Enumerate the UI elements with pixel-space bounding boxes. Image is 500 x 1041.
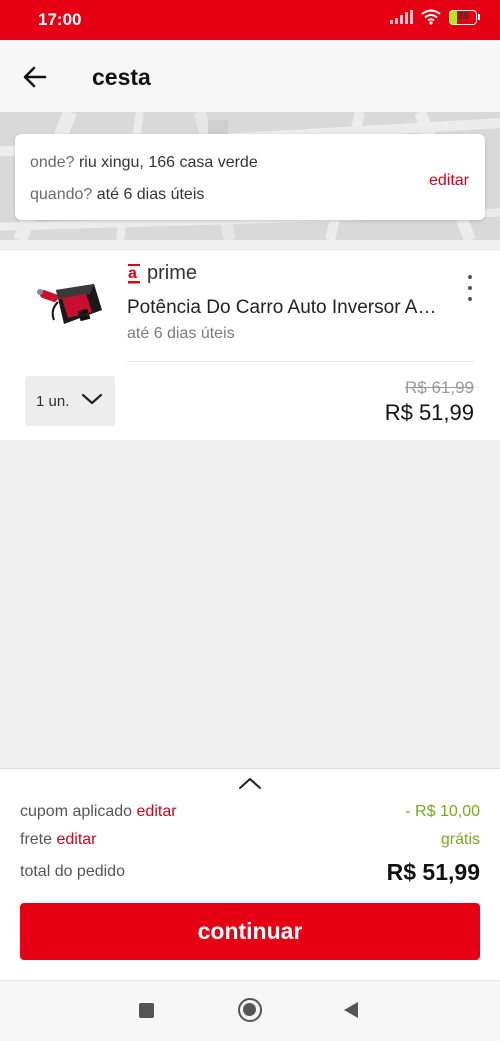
product-title[interactable]: Potência Do Carro Auto Inversor Adaptado… <box>127 297 445 319</box>
prime-label: prime <box>147 262 198 284</box>
coupon-edit-link[interactable]: editar <box>137 803 177 820</box>
delivery-info-card: onde? riu xingu, 166 casa verde quando? … <box>15 134 485 220</box>
status-time: 17:00 <box>38 10 82 29</box>
total-value: R$ 51,99 <box>386 859 480 885</box>
battery-icon: 28 <box>449 9 480 25</box>
system-nav-bar <box>0 980 500 1041</box>
wifi-icon <box>421 9 441 25</box>
battery-level: 28 <box>457 10 469 22</box>
coupon-value: - R$ 10,00 <box>405 803 480 820</box>
status-bar: 17:00 28 <box>0 0 500 40</box>
product-image <box>37 284 102 324</box>
delivery-when: quando? até 6 dias úteis <box>30 186 204 204</box>
americanas-a-icon: a <box>128 263 140 283</box>
quantity-select[interactable]: 1 un. <box>25 376 115 426</box>
product-delivery-eta: até 6 dias úteis <box>127 325 235 342</box>
chevron-down-icon <box>81 393 103 405</box>
delivery-where-key: onde? <box>30 154 75 171</box>
chevron-up-icon[interactable] <box>236 775 264 791</box>
recent-apps-icon[interactable] <box>139 1003 154 1018</box>
delivery-where: onde? riu xingu, 166 casa verde <box>30 154 258 172</box>
system-back-icon[interactable] <box>344 1002 358 1018</box>
back-arrow-icon[interactable] <box>20 62 50 92</box>
shipping-label: frete <box>20 831 53 848</box>
delivery-edit-link[interactable]: editar <box>429 172 469 190</box>
coupon-label: cupom aplicado <box>20 803 133 820</box>
more-options-icon[interactable] <box>462 275 478 301</box>
current-price: R$ 51,99 <box>384 400 474 425</box>
quantity-value: 1 un. <box>36 393 70 410</box>
continue-button[interactable]: continuar <box>20 903 480 960</box>
coupon-row: cupom aplicado editar <box>20 803 177 821</box>
home-icon[interactable] <box>238 998 262 1022</box>
page-title: cesta <box>92 64 151 90</box>
status-icons: 28 <box>390 9 480 25</box>
delivery-time: até 6 dias úteis <box>96 186 205 203</box>
delivery-when-key: quando? <box>30 186 93 203</box>
signal-icon <box>390 10 413 24</box>
app-header: cesta <box>0 40 500 112</box>
delivery-address: riu xingu, 166 casa verde <box>78 154 258 171</box>
prime-logo: a prime <box>127 262 197 285</box>
shipping-value: grátis <box>440 831 480 848</box>
shipping-edit-link[interactable]: editar <box>56 831 96 848</box>
total-label: total do pedido <box>20 863 125 880</box>
item-divider <box>127 361 474 362</box>
original-price: R$ 61,99 <box>405 378 474 397</box>
shipping-row: frete editar <box>20 831 97 849</box>
svg-text:a: a <box>128 265 137 282</box>
